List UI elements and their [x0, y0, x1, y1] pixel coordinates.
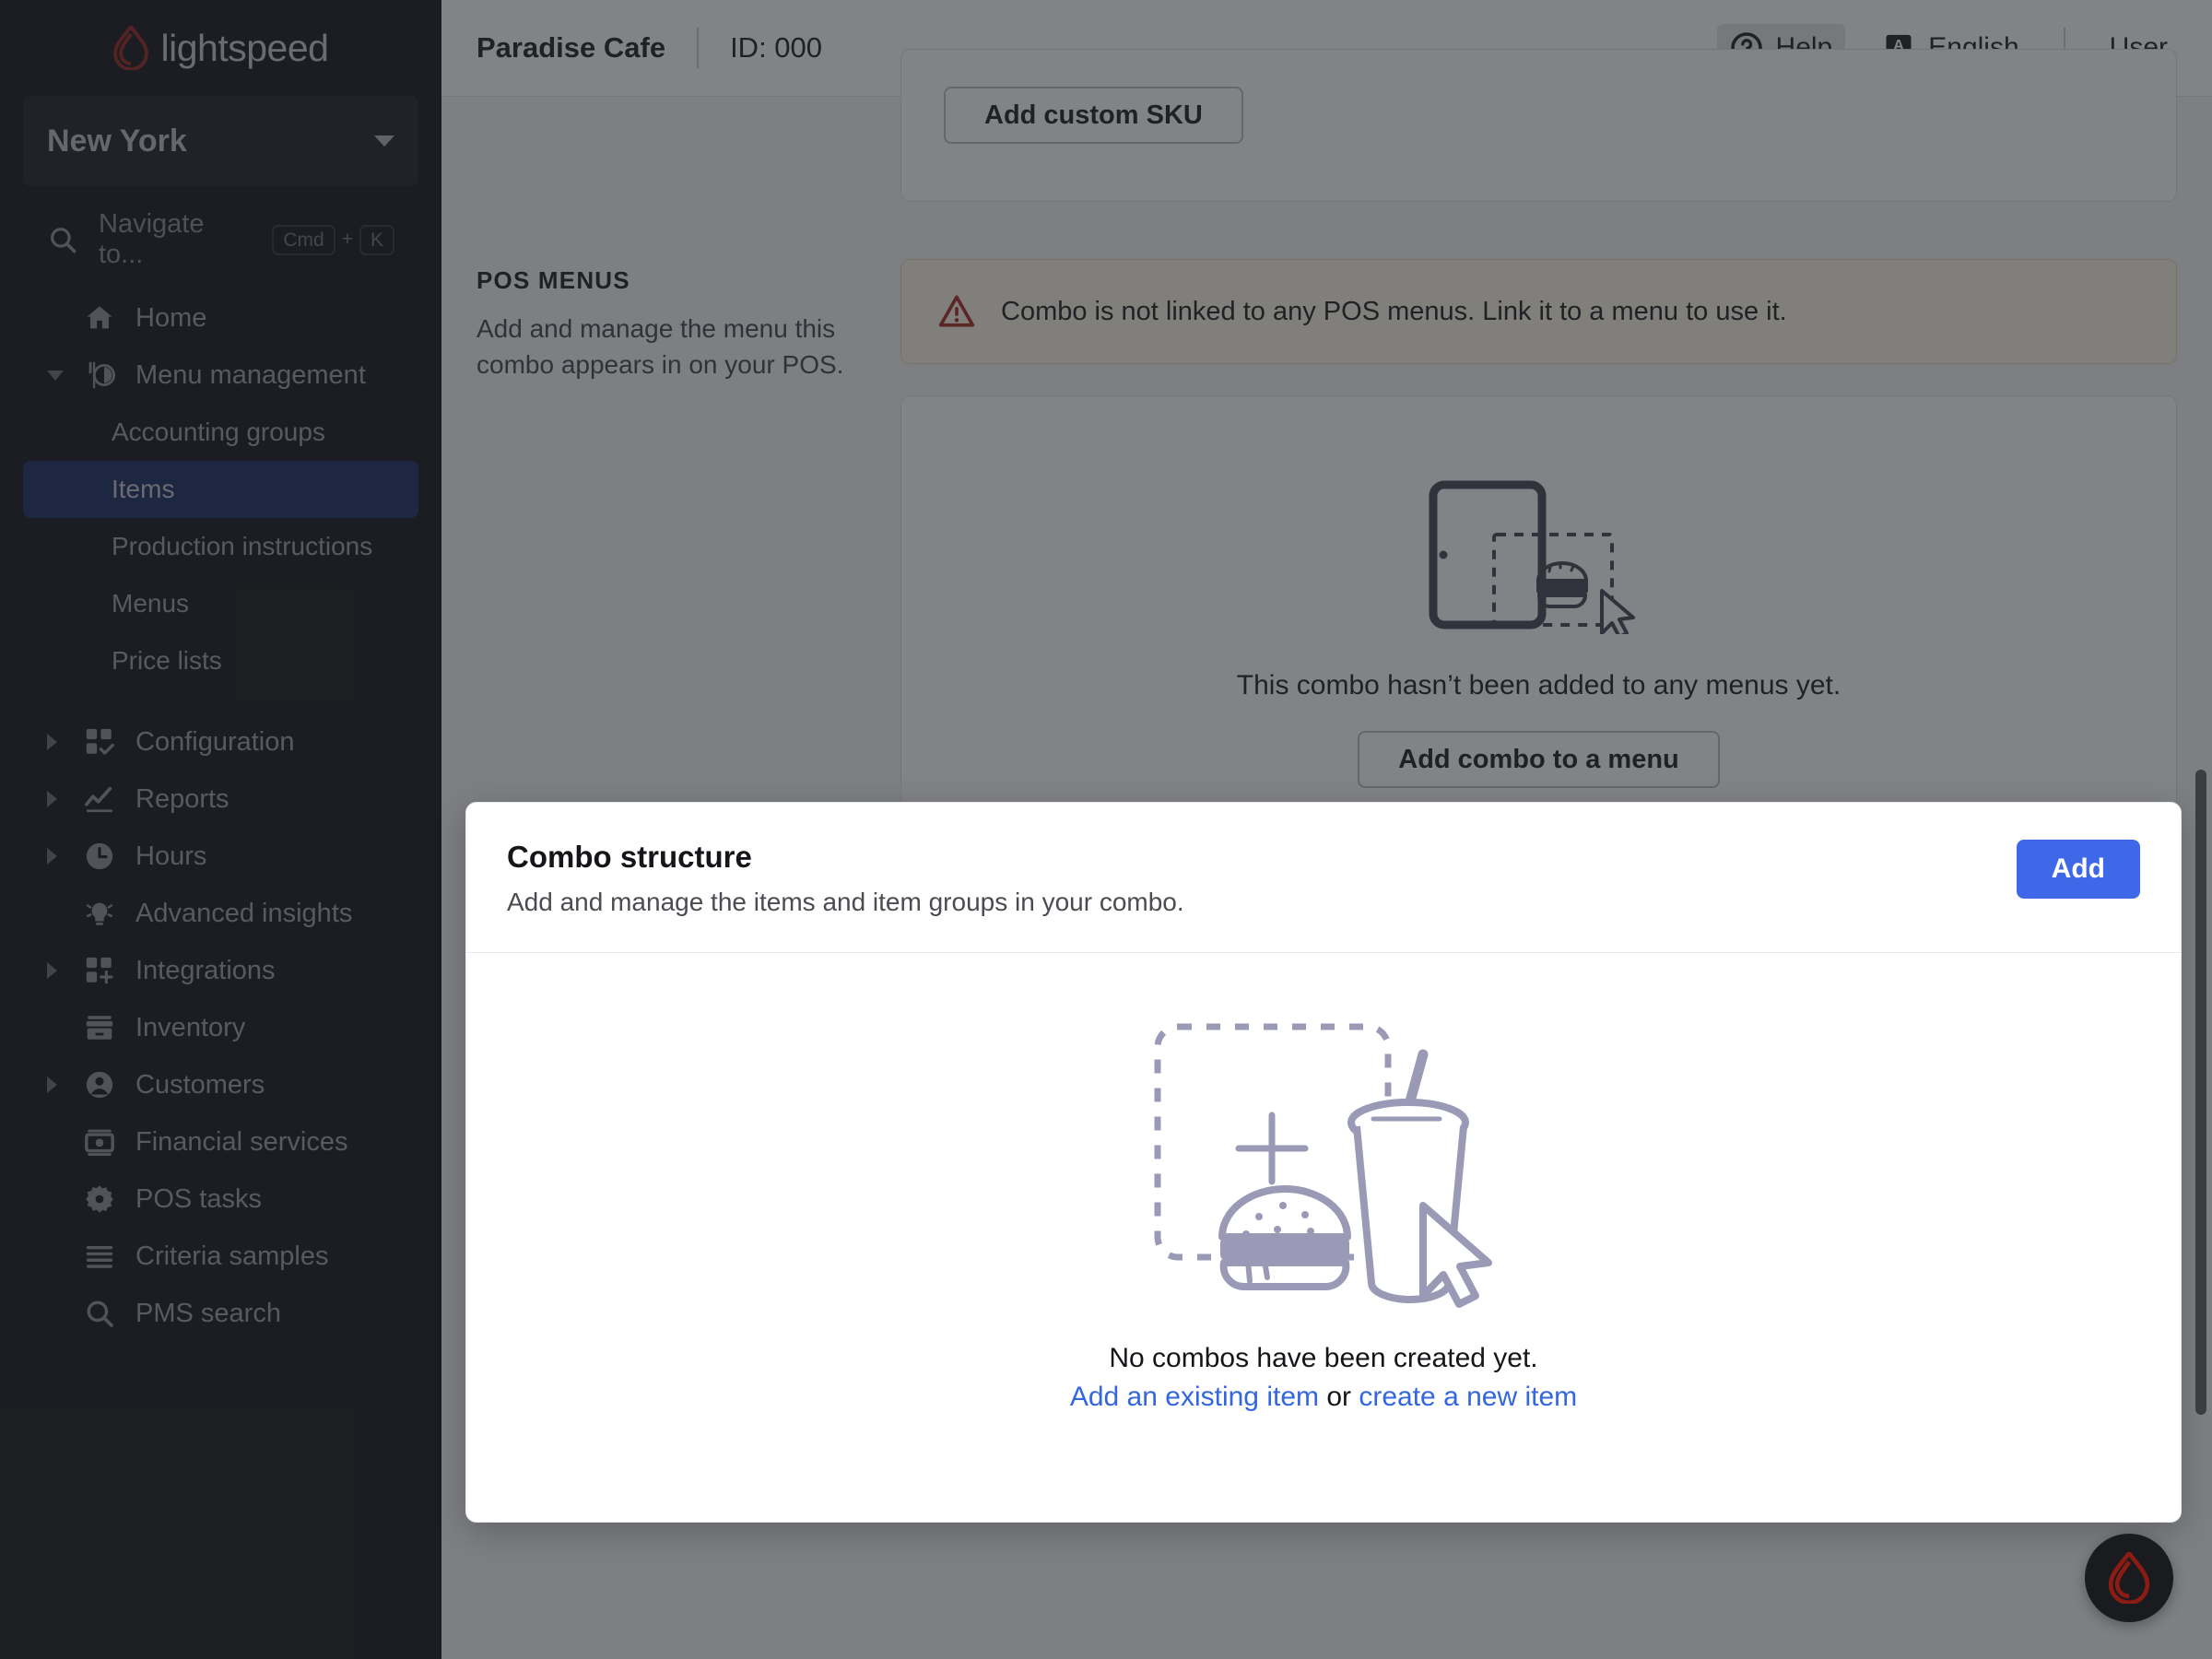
add-existing-item-link[interactable]: Add an existing item [1070, 1382, 1319, 1412]
modal-body: No combos have been created yet. Add an … [466, 953, 2181, 1450]
combo-empty-links: Add an existing item or create a new ite… [466, 1382, 2181, 1413]
vertical-scrollbar[interactable] [2195, 770, 2206, 1415]
lightspeed-flame-icon [2108, 1552, 2150, 1604]
create-new-item-link[interactable]: create a new item [1359, 1382, 1577, 1412]
modal-header: Combo structure Add and manage the items… [466, 803, 2181, 953]
link-separator: or [1319, 1382, 1359, 1412]
lightspeed-assistant-fab[interactable] [2085, 1534, 2173, 1622]
combo-empty-illustration-icon [1154, 1023, 1492, 1308]
modal-subtitle: Add and manage the items and item groups… [507, 888, 1184, 916]
combo-empty-text: No combos have been created yet. [1109, 1343, 1538, 1373]
combo-structure-modal: Combo structure Add and manage the items… [465, 802, 2182, 1523]
add-button[interactable]: Add [2016, 840, 2140, 899]
modal-header-text: Combo structure Add and manage the items… [507, 840, 1184, 917]
modal-title: Combo structure [507, 840, 752, 874]
app-root: lightspeed New York Navigate to... Cmd +… [0, 0, 2212, 1659]
